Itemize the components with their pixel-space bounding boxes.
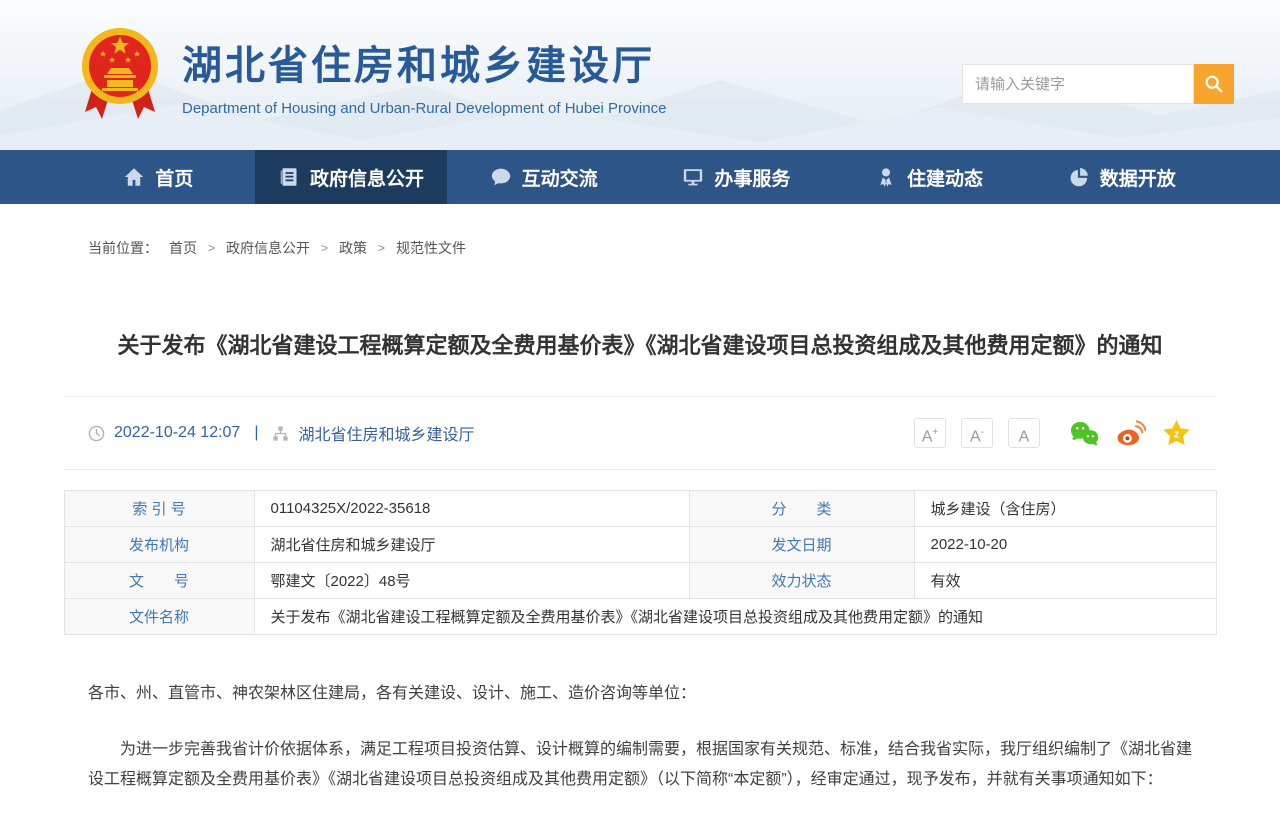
nav-item-gov-info[interactable]: 政府信息公开 bbox=[255, 150, 448, 204]
document-icon bbox=[278, 166, 300, 188]
breadcrumb-separator: > bbox=[321, 241, 328, 255]
search-icon bbox=[1203, 73, 1225, 95]
document-meta-table: 索 引 号 01104325X/2022-35618 分 类 城乡建设（含住房）… bbox=[64, 490, 1217, 635]
meta-label-validity: 效力状态 bbox=[689, 563, 914, 599]
meta-value-doc-title: 关于发布《湖北省建设工程概算定额及全费用基价表》《湖北省建设项目总投资组成及其他… bbox=[254, 599, 1216, 635]
nav-item-label: 互动交流 bbox=[522, 164, 598, 191]
wechat-share-icon[interactable] bbox=[1069, 418, 1100, 449]
table-row: 索 引 号 01104325X/2022-35618 分 类 城乡建设（含住房） bbox=[64, 491, 1216, 527]
search-input[interactable] bbox=[962, 64, 1194, 104]
home-icon bbox=[123, 166, 145, 188]
site-search bbox=[962, 64, 1234, 104]
publish-time: 2022-10-24 12:07 bbox=[114, 424, 240, 442]
meta-label-issue-date: 发文日期 bbox=[689, 527, 914, 563]
meta-label-doc-title: 文件名称 bbox=[64, 599, 254, 635]
meta-value-issue-date: 2022-10-20 bbox=[914, 527, 1216, 563]
site-title: 湖北省住房和城乡建设厅 bbox=[182, 33, 666, 91]
nav-item-label: 住建动态 bbox=[907, 164, 983, 191]
clock-icon bbox=[88, 425, 105, 442]
breadcrumb-item-gov-info[interactable]: 政府信息公开 bbox=[226, 238, 310, 258]
nav-item-label: 办事服务 bbox=[714, 164, 790, 191]
breadcrumb-item-policy[interactable]: 政策 bbox=[339, 238, 367, 258]
meta-label-doc-number: 文 号 bbox=[64, 563, 254, 599]
breadcrumb-separator: > bbox=[208, 241, 215, 255]
chat-icon bbox=[490, 166, 512, 188]
body-paragraph: 各市、州、直管市、神农架林区住建局，各有关建设、设计、施工、造价咨询等单位： bbox=[88, 679, 1192, 709]
article-source: 湖北省住房和城乡建设厅 bbox=[298, 421, 474, 445]
qzone-share-icon[interactable]: z bbox=[1161, 418, 1192, 449]
table-row: 文 号 鄂建文〔2022〕48号 效力状态 有效 bbox=[64, 563, 1216, 599]
font-reset-button[interactable]: A bbox=[1008, 418, 1040, 448]
nav-item-services[interactable]: 办事服务 bbox=[640, 150, 833, 204]
search-button[interactable] bbox=[1194, 64, 1234, 104]
weibo-share-icon[interactable] bbox=[1115, 418, 1146, 449]
body-paragraph: 为进一步完善我省计价依据体系，满足工程项目投资估算、设计概算的编制需要，根据国家… bbox=[88, 735, 1192, 795]
meta-label-issuing-agency: 发布机构 bbox=[64, 527, 254, 563]
table-row: 文件名称 关于发布《湖北省建设工程概算定额及全费用基价表》《湖北省建设项目总投资… bbox=[64, 599, 1216, 635]
meta-value-category: 城乡建设（含住房） bbox=[914, 491, 1216, 527]
article-title: 关于发布《湖北省建设工程概算定额及全费用基价表》《湖北省建设项目总投资组成及其他… bbox=[70, 330, 1210, 362]
meta-divider: | bbox=[254, 424, 258, 442]
breadcrumb-item-home[interactable]: 首页 bbox=[169, 238, 197, 258]
monitor-icon bbox=[682, 166, 704, 188]
nav-item-news[interactable]: 住建动态 bbox=[833, 150, 1026, 204]
meta-label-index-number: 索 引 号 bbox=[64, 491, 254, 527]
person-ribbon-icon bbox=[875, 166, 897, 188]
meta-value-index-number: 01104325X/2022-35618 bbox=[254, 491, 689, 527]
table-row: 发布机构 湖北省住房和城乡建设厅 发文日期 2022-10-20 bbox=[64, 527, 1216, 563]
nav-item-label: 政府信息公开 bbox=[310, 164, 424, 191]
meta-value-doc-number: 鄂建文〔2022〕48号 bbox=[254, 563, 689, 599]
nav-item-label: 首页 bbox=[155, 164, 193, 191]
meta-label-category: 分 类 bbox=[689, 491, 914, 527]
breadcrumb-item-normative-docs[interactable]: 规范性文件 bbox=[396, 238, 466, 258]
meta-value-issuing-agency: 湖北省住房和城乡建设厅 bbox=[254, 527, 689, 563]
font-decrease-button[interactable]: A- bbox=[961, 418, 993, 448]
pie-chart-icon bbox=[1068, 166, 1090, 188]
site-subtitle: Department of Housing and Urban-Rural De… bbox=[182, 100, 666, 117]
nav-item-label: 数据开放 bbox=[1100, 164, 1176, 191]
breadcrumb: 当前位置： 首页 > 政府信息公开 > 政策 > 规范性文件 bbox=[88, 238, 1280, 258]
article-body: 各市、州、直管市、神农架林区住建局，各有关建设、设计、施工、造价咨询等单位： 为… bbox=[88, 679, 1192, 795]
org-icon bbox=[272, 425, 289, 442]
site-logo-link[interactable]: 湖北省住房和城乡建设厅 Department of Housing and Ur… bbox=[80, 22, 666, 128]
svg-text:z: z bbox=[1174, 428, 1179, 440]
breadcrumb-separator: > bbox=[378, 241, 385, 255]
font-increase-button[interactable]: A+ bbox=[914, 418, 946, 448]
breadcrumb-prefix: 当前位置： bbox=[88, 238, 158, 258]
nav-item-home[interactable]: 首页 bbox=[62, 150, 255, 204]
article-meta-bar: 2022-10-24 12:07 | 湖北省住房和城乡建设厅 A+ A- A bbox=[64, 396, 1216, 470]
nav-item-interaction[interactable]: 互动交流 bbox=[447, 150, 640, 204]
nav-item-open-data[interactable]: 数据开放 bbox=[1025, 150, 1218, 204]
national-emblem-icon bbox=[80, 22, 160, 128]
site-header: 湖北省住房和城乡建设厅 Department of Housing and Ur… bbox=[0, 0, 1280, 150]
main-nav: 首页 政府信息公开 互动交流 办事服务 住建动态 数据开放 bbox=[0, 150, 1280, 204]
meta-value-validity: 有效 bbox=[914, 563, 1216, 599]
